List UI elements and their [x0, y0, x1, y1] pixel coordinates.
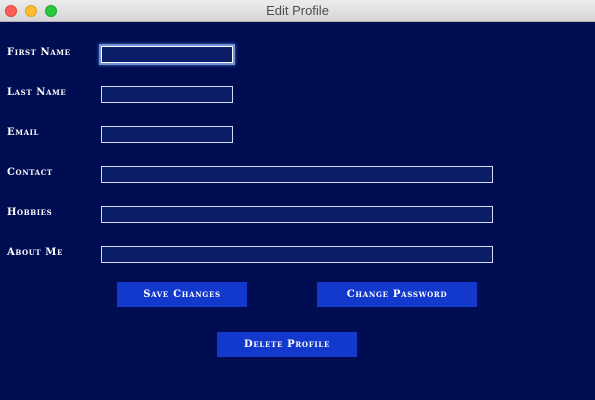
email-field[interactable]	[101, 126, 233, 143]
window-title: Edit Profile	[266, 3, 329, 18]
form-panel: First Name Last Name Email Contact Hobbi…	[0, 22, 595, 400]
hobbies-field[interactable]	[101, 206, 493, 223]
hobbies-label: Hobbies	[7, 207, 53, 218]
about-me-field[interactable]	[101, 246, 493, 263]
email-label: Email	[7, 127, 39, 138]
about-me-label: About Me	[7, 247, 63, 258]
title-bar: Edit Profile	[0, 0, 595, 22]
contact-field[interactable]	[101, 166, 493, 183]
change-password-button[interactable]: Change Password	[317, 282, 477, 307]
delete-profile-button[interactable]: Delete Profile	[217, 332, 357, 357]
first-name-label: First Name	[7, 47, 71, 58]
save-changes-button[interactable]: Save Changes	[117, 282, 247, 307]
last-name-label: Last Name	[7, 87, 67, 98]
first-name-field[interactable]	[101, 46, 233, 63]
edit-profile-window: Edit Profile First Name Last Name Email …	[0, 0, 595, 400]
last-name-field[interactable]	[101, 86, 233, 103]
contact-label: Contact	[7, 167, 53, 178]
